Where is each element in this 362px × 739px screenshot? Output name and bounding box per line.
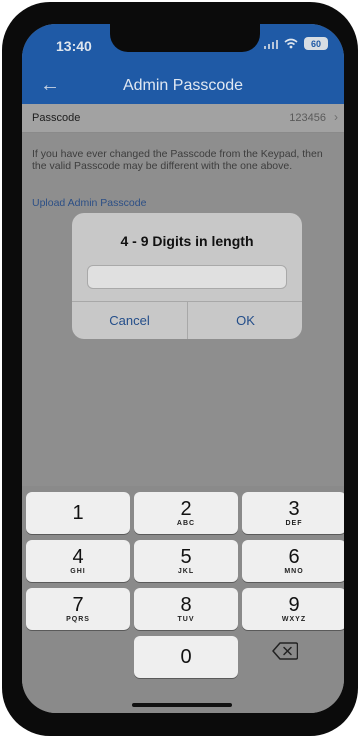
signal-icon	[264, 39, 278, 49]
passcode-dialog: 4 - 9 Digits in length Cancel OK	[72, 213, 302, 339]
chevron-right-icon: ›	[334, 110, 338, 124]
passcode-value: 123456	[289, 112, 326, 124]
key-5[interactable]: 5 JKL	[134, 540, 238, 582]
key-7[interactable]: 7 PQRS	[26, 588, 130, 630]
numeric-keypad: 1 2 ABC 3 DEF 4 GHI 5 JKL 6 MNO 7 PQRS 8…	[22, 486, 344, 713]
phone-frame: 13:40 60 ← Admin Passcode Passcode 12345…	[2, 2, 358, 736]
info-text: If you have ever changed the Passcode fr…	[32, 148, 323, 172]
key-6[interactable]: 6 MNO	[242, 540, 344, 582]
passcode-label: Passcode	[32, 112, 81, 124]
cancel-button[interactable]: Cancel	[72, 302, 187, 339]
home-indicator[interactable]	[132, 703, 232, 707]
passcode-row[interactable]: Passcode 123456 ›	[22, 104, 344, 133]
key-4[interactable]: 4 GHI	[26, 540, 130, 582]
dialog-title: 4 - 9 Digits in length	[120, 233, 254, 249]
battery-icon: 60	[304, 37, 328, 50]
notch	[110, 24, 260, 52]
key-9[interactable]: 9 WXYZ	[242, 588, 344, 630]
key-8[interactable]: 8 TUV	[134, 588, 238, 630]
ok-button[interactable]: OK	[188, 302, 303, 339]
screen: 13:40 60 ← Admin Passcode Passcode 12345…	[22, 24, 344, 713]
passcode-input[interactable]	[87, 265, 287, 289]
key-0[interactable]: 0	[134, 636, 238, 678]
delete-backspace-icon[interactable]	[272, 642, 298, 660]
page-title: Admin Passcode	[122, 77, 244, 94]
key-1[interactable]: 1	[26, 492, 130, 534]
nav-bar: ← Admin Passcode	[22, 68, 344, 104]
status-bar: 13:40 60	[22, 24, 344, 68]
key-2[interactable]: 2 ABC	[134, 492, 238, 534]
key-3[interactable]: 3 DEF	[242, 492, 344, 534]
status-icons: 60	[264, 37, 328, 50]
wifi-icon	[284, 38, 298, 49]
upload-passcode-link[interactable]: Upload Admin Passcode	[32, 197, 146, 209]
status-time: 13:40	[56, 38, 92, 54]
